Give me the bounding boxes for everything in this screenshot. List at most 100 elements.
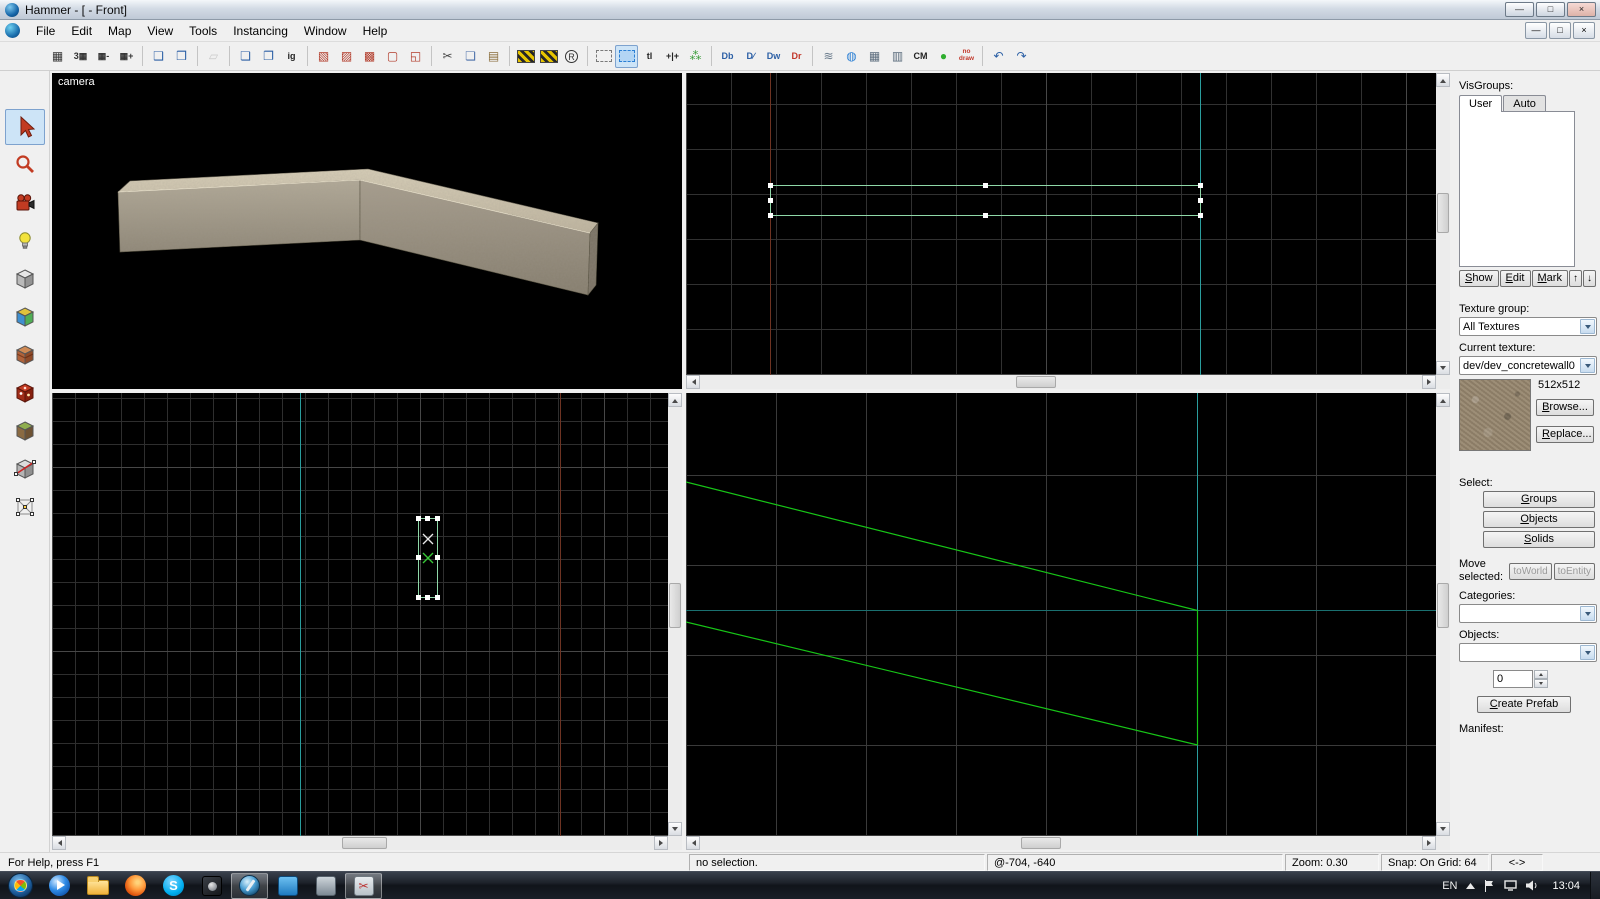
clock[interactable]: 13:04 bbox=[1552, 880, 1580, 892]
viewport-top-2d-canvas[interactable] bbox=[686, 73, 1436, 375]
scroll-down-button[interactable] bbox=[1436, 361, 1450, 375]
dropdown-arrow-icon[interactable] bbox=[1580, 319, 1595, 334]
network-button[interactable] bbox=[1504, 880, 1518, 891]
categories-select[interactable] bbox=[1459, 604, 1597, 623]
cordon-toggle-icon[interactable]: ▢ bbox=[381, 45, 404, 68]
select-box-icon[interactable] bbox=[592, 45, 615, 68]
save-window-state-icon[interactable]: ❒ bbox=[170, 45, 193, 68]
to-entity-button[interactable]: toEntity bbox=[1553, 562, 1595, 580]
auto-select-icon[interactable] bbox=[615, 44, 638, 68]
dropdown-arrow-icon[interactable] bbox=[1580, 645, 1595, 660]
prefab-count-input[interactable]: 0 bbox=[1493, 670, 1533, 688]
vertex-tool[interactable] bbox=[5, 489, 45, 525]
browse-button[interactable]: Browse... bbox=[1536, 399, 1594, 416]
model-browser-icon[interactable]: ◍ bbox=[840, 45, 863, 68]
apply-current-texture-tool[interactable] bbox=[5, 337, 45, 373]
toggle-3d-grid-icon[interactable]: 3▦ bbox=[69, 45, 92, 68]
cordon-edit-icon[interactable]: ◱ bbox=[404, 45, 427, 68]
spin-up-button[interactable] bbox=[1534, 670, 1548, 679]
model-render-distance-icon[interactable]: R bbox=[560, 45, 583, 68]
language-indicator[interactable]: EN bbox=[1442, 880, 1457, 892]
menu-window[interactable]: Window bbox=[296, 20, 355, 42]
texture-lock-icon[interactable] bbox=[514, 45, 537, 68]
maximize-button[interactable]: □ bbox=[1536, 2, 1565, 17]
menu-map[interactable]: Map bbox=[100, 20, 139, 42]
vertical-scrollbar[interactable] bbox=[1436, 73, 1450, 375]
taskbar-utility-button[interactable] bbox=[307, 873, 344, 899]
dropdown-arrow-icon[interactable] bbox=[1580, 358, 1595, 373]
taskbar-media-app-button[interactable] bbox=[193, 873, 230, 899]
face-edit-icon[interactable]: ▥ bbox=[886, 45, 909, 68]
apply-decals-tool[interactable] bbox=[5, 375, 45, 411]
menu-instancing[interactable]: Instancing bbox=[225, 20, 296, 42]
close-button[interactable]: × bbox=[1567, 2, 1596, 17]
disp-collision-icon[interactable]: D∕ bbox=[739, 45, 762, 68]
scrollbar-thumb[interactable] bbox=[669, 583, 681, 628]
disp-boundary-icon[interactable]: Db bbox=[716, 45, 739, 68]
menu-tools[interactable]: Tools bbox=[181, 20, 225, 42]
carve-icon[interactable]: ▱ bbox=[202, 45, 225, 68]
spin-down-button[interactable] bbox=[1534, 679, 1548, 688]
taskbar-messenger-button[interactable] bbox=[269, 873, 306, 899]
clipping-tool[interactable] bbox=[5, 451, 45, 487]
nodraw-icon[interactable]: no draw bbox=[955, 45, 978, 68]
move-down-button[interactable]: ↓ bbox=[1582, 270, 1596, 287]
vertical-scrollbar[interactable] bbox=[668, 393, 682, 836]
vertical-scrollbar[interactable] bbox=[1436, 393, 1450, 836]
copy-icon[interactable]: ❏ bbox=[459, 45, 482, 68]
replace-button[interactable]: Replace... bbox=[1536, 426, 1594, 443]
horizontal-scrollbar[interactable] bbox=[686, 375, 1436, 389]
viewport-side-2d-canvas[interactable] bbox=[52, 393, 668, 836]
edit-button[interactable]: Edit bbox=[1499, 270, 1531, 287]
hide-unselected-icon[interactable]: ▨ bbox=[335, 45, 358, 68]
mdi-close-button[interactable]: × bbox=[1573, 22, 1595, 39]
viewport-3d-canvas[interactable]: camera bbox=[52, 73, 682, 389]
redo-icon[interactable]: ↷ bbox=[1010, 45, 1033, 68]
mdi-restore-button[interactable]: □ bbox=[1549, 22, 1571, 39]
horizontal-scrollbar[interactable] bbox=[52, 836, 668, 850]
menu-help[interactable]: Help bbox=[355, 20, 396, 42]
show-all-icon[interactable]: ▩ bbox=[358, 45, 381, 68]
taskbar-firefox-button[interactable] bbox=[117, 873, 154, 899]
scroll-right-button[interactable] bbox=[1422, 836, 1436, 850]
visgroups-list[interactable] bbox=[1459, 111, 1575, 267]
toggle-grid-icon[interactable]: ▦ bbox=[46, 45, 69, 68]
horizontal-scrollbar[interactable] bbox=[686, 836, 1436, 850]
larger-grid-icon[interactable]: ▦+ bbox=[115, 45, 138, 68]
taskbar-hammer-button[interactable] bbox=[231, 872, 268, 899]
current-texture-select[interactable]: dev/dev_concretewall0 bbox=[1459, 356, 1597, 375]
create-prefab-button[interactable]: Create Prefab bbox=[1477, 696, 1571, 713]
magnify-tool[interactable] bbox=[5, 147, 45, 183]
hidden-icons-button[interactable] bbox=[1466, 882, 1476, 889]
minimize-button[interactable]: — bbox=[1505, 2, 1534, 17]
taskbar-snipping-button[interactable] bbox=[345, 872, 382, 899]
sound-browser-icon[interactable]: ≋ bbox=[817, 45, 840, 68]
group-icon[interactable]: ❏ bbox=[234, 45, 257, 68]
tab-auto[interactable]: Auto bbox=[1503, 95, 1546, 112]
scroll-right-button[interactable] bbox=[654, 836, 668, 850]
foliage-icon[interactable]: ⁂ bbox=[684, 45, 707, 68]
run-map-icon[interactable]: ● bbox=[932, 45, 955, 68]
undo-icon[interactable]: ↶ bbox=[987, 45, 1010, 68]
scrollbar-thumb[interactable] bbox=[1437, 193, 1449, 233]
scroll-up-button[interactable] bbox=[1436, 393, 1450, 407]
to-world-button[interactable]: toWorld bbox=[1509, 562, 1552, 580]
scroll-down-button[interactable] bbox=[1436, 822, 1450, 836]
menu-view[interactable]: View bbox=[139, 20, 181, 42]
taskbar-skype-button[interactable] bbox=[155, 873, 192, 899]
texture-group-select[interactable]: All Textures bbox=[1459, 317, 1597, 336]
cordon-mode-icon[interactable]: CM bbox=[909, 45, 932, 68]
mdi-minimize-button[interactable]: — bbox=[1525, 22, 1547, 39]
move-up-button[interactable]: ↑ bbox=[1568, 270, 1582, 287]
taskbar-explorer-button[interactable] bbox=[79, 873, 116, 899]
objects-select[interactable] bbox=[1459, 643, 1597, 662]
ignore-groups-icon[interactable]: ig bbox=[280, 45, 303, 68]
smaller-grid-icon[interactable]: ▦- bbox=[92, 45, 115, 68]
load-window-state-icon[interactable]: ❑ bbox=[147, 45, 170, 68]
scrollbar-thumb[interactable] bbox=[1021, 837, 1061, 849]
camera-tool[interactable] bbox=[5, 185, 45, 221]
paste-icon[interactable]: ▤ bbox=[482, 45, 505, 68]
disp-remove-icon[interactable]: Dr bbox=[785, 45, 808, 68]
scroll-up-button[interactable] bbox=[668, 393, 682, 407]
scrollbar-thumb[interactable] bbox=[1016, 376, 1056, 388]
